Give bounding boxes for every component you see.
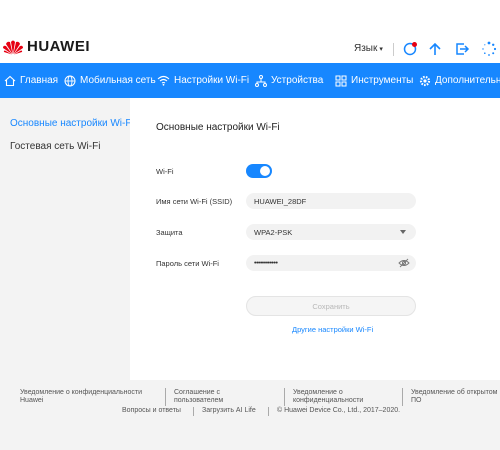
globe-icon [64, 75, 76, 86]
main-content: Основные настройки Wi-Fi Wi-Fi Имя сети … [130, 98, 500, 380]
nav-item-home[interactable]: Главная [0, 63, 60, 98]
nav-label: Главная [20, 75, 59, 86]
footer-divider [284, 388, 285, 406]
security-value: WPA2-PSK [254, 227, 293, 237]
nav-label: Настройки Wi-Fi [174, 75, 250, 86]
eye-off-icon[interactable] [398, 258, 410, 268]
security-select[interactable]: WPA2-PSK [246, 224, 416, 240]
nav-item-mobile-network[interactable]: Мобильная сеть [60, 63, 156, 98]
page-title: Основные настройки Wi-Fi [156, 122, 280, 133]
home-icon [4, 75, 16, 86]
sidebar: Основные настройки Wi-Fi Гостевая сеть W… [0, 98, 134, 380]
language-label: Язык [354, 43, 378, 54]
huawei-flower-icon [3, 40, 23, 54]
nav-label: Устройства [271, 75, 324, 86]
language-dropdown[interactable]: Язык ▾ [354, 43, 383, 54]
footer: Уведомление о конфиденциальности Huawei … [0, 380, 500, 450]
gear-icon [419, 75, 431, 86]
brand-name: HUAWEI [27, 38, 90, 55]
main-nav: Главная Мобильная сеть Настройки Wi-Fi У… [0, 63, 500, 98]
footer-link-huawei-privacy[interactable]: Уведомление о конфиденциальности Huawei [20, 389, 160, 405]
other-wifi-settings-link[interactable]: Другие настройки Wi-Fi [292, 325, 373, 334]
wifi-icon [157, 75, 170, 86]
toggle-knob [260, 166, 270, 176]
toolbar-divider [393, 43, 394, 56]
footer-divider [193, 407, 194, 416]
update-icon[interactable] [402, 41, 418, 57]
footer-faq-link[interactable]: Вопросы и ответы [122, 407, 181, 414]
footer-link-open-source[interactable]: Уведомление об открытом ПО [411, 389, 499, 405]
nav-item-devices[interactable]: Устройства [251, 63, 331, 98]
footer-copyright: © Huawei Device Co., Ltd., 2017–2020. [277, 407, 401, 414]
footer-divider [268, 407, 269, 416]
logout-icon[interactable] [454, 41, 470, 57]
nav-item-wifi-settings[interactable]: Настройки Wi-Fi [153, 63, 251, 98]
sidebar-item-guest-wifi[interactable]: Гостевая сеть Wi-Fi [10, 141, 100, 152]
password-input[interactable]: •••••••••••• [246, 255, 416, 271]
ssid-input[interactable]: HUAWEI_28DF [246, 193, 416, 209]
footer-divider [165, 388, 166, 406]
footer-link-user-agreement[interactable]: Соглашение с пользователем [174, 389, 264, 405]
wifi-toggle[interactable] [246, 164, 272, 178]
security-label: Защита [156, 228, 183, 237]
devices-icon [255, 74, 267, 87]
footer-link-privacy[interactable]: Уведомление о конфиденциальности [293, 389, 393, 405]
top-bar: HUAWEI Язык ▾ [0, 0, 500, 63]
huawei-logo[interactable]: HUAWEI [2, 38, 90, 55]
nav-label: Инструменты [351, 75, 414, 86]
upload-icon[interactable] [427, 41, 443, 57]
save-button[interactable]: Сохранить [246, 296, 416, 316]
nav-item-advanced[interactable]: Дополнительно [415, 63, 500, 98]
wifi-toggle-label: Wi-Fi [156, 167, 174, 176]
password-value: •••••••••••• [254, 259, 278, 267]
tools-icon [335, 75, 347, 86]
ssid-label: Имя сети Wi-Fi (SSID) [156, 197, 233, 206]
nav-item-tools[interactable]: Инструменты [331, 63, 415, 98]
password-label: Пароль сети Wi-Fi [156, 259, 219, 268]
nav-label: Дополнительно [435, 75, 500, 86]
loading-spinner-icon [482, 41, 497, 56]
chevron-down-icon [400, 230, 406, 234]
footer-divider [402, 388, 403, 406]
sidebar-item-basic-wifi[interactable]: Основные настройки Wi-Fi [10, 118, 134, 129]
nav-label: Мобильная сеть [80, 75, 156, 86]
footer-download-link[interactable]: Загрузить AI Life [202, 407, 256, 414]
chevron-down-icon: ▾ [379, 45, 383, 53]
